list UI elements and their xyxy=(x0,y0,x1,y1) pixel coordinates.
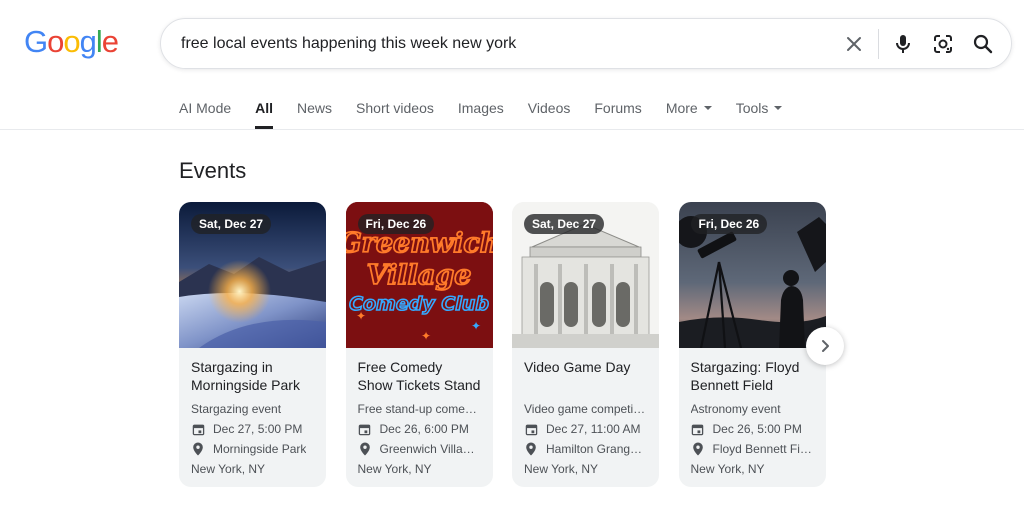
logo-letter: o xyxy=(47,24,64,59)
event-image: Fri, Dec 26 xyxy=(678,202,826,348)
event-type: Stargazing event xyxy=(191,402,282,416)
tab-short-videos[interactable]: Short videos xyxy=(356,96,434,129)
tab-label: News xyxy=(297,100,333,116)
event-card[interactable]: Greenwich Village Comedy Club ✦ ✦ ✦ Fri,… xyxy=(345,202,493,487)
tab-label: Short videos xyxy=(356,100,434,116)
logo-letter: o xyxy=(63,24,80,59)
event-venue: Hamilton Grang… xyxy=(546,442,643,456)
event-date-badge: Fri, Dec 26 xyxy=(690,214,768,234)
tab-more[interactable]: More xyxy=(666,96,712,129)
lens-icon xyxy=(934,34,952,53)
tab-news[interactable]: News xyxy=(297,96,332,129)
event-title: Free Comedy Show Tickets Stand Up… xyxy=(357,359,481,398)
chevron-right-icon xyxy=(822,340,829,352)
event-time: Dec 27, 5:00 PM xyxy=(213,422,303,436)
event-type: Free stand-up come… xyxy=(357,402,477,416)
event-card[interactable]: Sat, Dec 27 Video Game Day Video game co… xyxy=(512,202,659,487)
tab-images[interactable]: Images xyxy=(458,96,504,129)
event-city: New York, NY xyxy=(191,462,266,476)
event-time: Dec 26, 6:00 PM xyxy=(379,422,469,436)
search-icon xyxy=(973,34,993,53)
tab-label: Images xyxy=(457,100,504,116)
event-city: New York, NY xyxy=(357,462,432,476)
logo-letter: G xyxy=(24,24,48,59)
tab-tools[interactable]: Tools xyxy=(736,96,783,129)
calendar-icon xyxy=(191,422,205,436)
tabs-divider xyxy=(0,129,1024,130)
calendar-icon xyxy=(358,422,372,436)
event-image: Sat, Dec 27 xyxy=(179,202,326,348)
close-icon xyxy=(847,36,861,51)
tab-label: All xyxy=(255,100,274,116)
logo-letter: e xyxy=(101,24,119,59)
location-pin-icon xyxy=(358,442,372,456)
tab-label: Videos xyxy=(527,100,571,116)
tab-label: Tools xyxy=(735,100,769,116)
location-pin-icon xyxy=(191,442,205,456)
voice-search-button[interactable] xyxy=(883,24,923,64)
event-title: Video Game Day xyxy=(524,359,631,375)
event-city: New York, NY xyxy=(690,462,765,476)
tab-label: More xyxy=(665,100,698,116)
tab-videos[interactable]: Videos xyxy=(528,96,571,129)
microphone-icon xyxy=(896,34,910,53)
search-box[interactable] xyxy=(160,18,1012,69)
location-pin-icon xyxy=(691,442,705,456)
search-divider xyxy=(878,28,879,59)
event-card[interactable]: Sat, Dec 27 Stargazing in Morningside Pa… xyxy=(179,202,326,487)
event-title: Stargazing in Morningside Park xyxy=(191,359,300,393)
google-logo[interactable]: Google xyxy=(24,24,119,60)
svg-text:✦: ✦ xyxy=(471,319,481,333)
location-pin-icon xyxy=(524,442,538,456)
search-input[interactable] xyxy=(181,34,834,53)
event-image: Greenwich Village Comedy Club ✦ ✦ ✦ Fri,… xyxy=(345,202,493,348)
event-image: Sat, Dec 27 xyxy=(512,202,659,348)
tab-label: AI Mode xyxy=(179,100,232,116)
event-date-badge: Sat, Dec 27 xyxy=(191,214,272,234)
image-text: Village xyxy=(366,260,471,291)
lens-search-button[interactable] xyxy=(923,24,963,64)
tab-ai-mode[interactable]: AI Mode xyxy=(179,96,231,129)
event-venue: Morningside Park xyxy=(213,442,307,456)
event-venue: Floyd Bennett Fi… xyxy=(712,442,812,456)
logo-letter: g xyxy=(79,24,97,59)
event-title: Stargazing: Floyd Bennett Field xyxy=(690,359,800,393)
event-type: Video game competi… xyxy=(524,402,646,416)
svg-text:✦: ✦ xyxy=(421,329,431,343)
image-text: Comedy Club xyxy=(349,293,489,315)
event-venue: Greenwich Villa… xyxy=(379,442,475,456)
tab-all[interactable]: All xyxy=(255,96,273,129)
calendar-icon xyxy=(524,422,538,436)
svg-text:✦: ✦ xyxy=(356,309,366,323)
event-date-badge: Fri, Dec 26 xyxy=(357,214,435,234)
event-time: Dec 26, 5:00 PM xyxy=(712,422,802,436)
caret-down-icon xyxy=(703,106,712,110)
tab-forums[interactable]: Forums xyxy=(594,96,641,129)
caret-down-icon xyxy=(774,106,783,110)
event-card[interactable]: Fri, Dec 26 Stargazing: Floyd Bennett Fi… xyxy=(678,202,826,487)
events-heading: Events xyxy=(179,158,247,183)
event-city: New York, NY xyxy=(524,462,599,476)
events-carousel: Sat, Dec 27 Stargazing in Morningside Pa… xyxy=(179,202,826,487)
tab-label: Forums xyxy=(594,100,642,116)
event-time: Dec 27, 11:00 AM xyxy=(546,422,641,436)
calendar-icon xyxy=(691,422,705,436)
clear-button[interactable] xyxy=(834,24,874,64)
event-type: Astronomy event xyxy=(690,402,781,416)
carousel-next-button[interactable] xyxy=(806,327,844,365)
event-date-badge: Sat, Dec 27 xyxy=(524,214,605,234)
search-button[interactable] xyxy=(963,24,1003,64)
search-tabs: AI Mode All News Short videos Images Vid… xyxy=(179,96,806,129)
